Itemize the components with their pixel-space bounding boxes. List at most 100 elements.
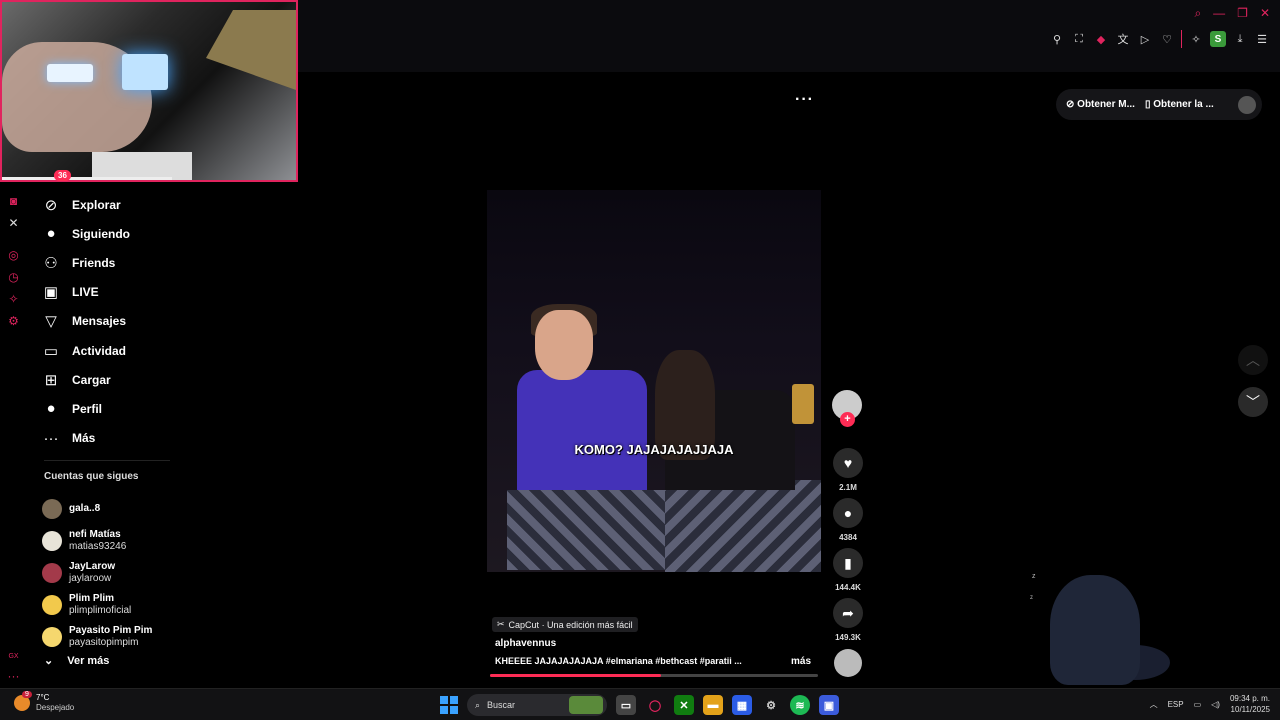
wolf-body: [1050, 575, 1140, 685]
get-app-button[interactable]: ⊘ Obtener M...: [1066, 99, 1135, 110]
following-account[interactable]: JayLarow jaylaroow: [42, 557, 242, 589]
sidebar-more-icon[interactable]: ···: [7, 670, 20, 683]
nav-label: Explorar: [72, 197, 121, 212]
nav-item[interactable]: ● Siguiendo: [40, 219, 240, 248]
snapshot-icon[interactable]: ⛶: [1071, 31, 1087, 47]
nav-item[interactable]: ▽45Mensajes: [40, 170, 240, 336]
get-app-pill: ⊘ Obtener M... ▯ Obtener la ...: [1056, 89, 1262, 120]
taskbar: 9 7°C Despejado ⌕ Buscar ▭ ◯ ✕ ▬ ▦ ⚙ ≋ ▣…: [0, 688, 1280, 720]
app-icon[interactable]: ▣: [819, 695, 839, 715]
see-more-button[interactable]: ⌄ Ver más: [44, 654, 110, 668]
following-account[interactable]: Payasito Pim Pim payasitopimpim: [42, 621, 242, 653]
nav-item[interactable]: ⊘ Explorar: [40, 190, 240, 219]
nav-divider: [44, 460, 170, 461]
pip-scene-wall: [206, 10, 296, 90]
account-username: gala..8: [69, 503, 101, 514]
search-icon[interactable]: ⌕: [1194, 6, 1201, 21]
video-shape: [517, 370, 647, 490]
music-avatar[interactable]: [834, 649, 862, 677]
video-progress-bar[interactable]: [490, 674, 818, 677]
store-icon[interactable]: ▦: [732, 695, 752, 715]
save-count: 144.4K: [835, 583, 861, 592]
following-account[interactable]: gala..8: [42, 493, 242, 525]
language-indicator[interactable]: ESP: [1168, 700, 1184, 709]
video-player[interactable]: KOMO? JAJAJAJAJJAJA: [487, 190, 821, 572]
save-button[interactable]: ▮: [833, 548, 863, 578]
close-icon[interactable]: ✕: [1260, 6, 1270, 21]
capcut-tag[interactable]: ✂ CapCut · Una edición más fácil: [492, 617, 638, 632]
comment-button[interactable]: ●: [833, 498, 863, 528]
instagram-icon[interactable]: ◙: [7, 195, 20, 208]
upload-icon: ⊞: [44, 371, 58, 389]
download-icon[interactable]: ⤓: [1232, 31, 1248, 47]
history-icon[interactable]: ◷: [7, 271, 20, 284]
settings-icon[interactable]: ⚙: [7, 315, 20, 328]
following-list: gala..8 nefi Matías matias93246 JayLarow jay…: [42, 493, 242, 653]
pip-scene-light: [47, 64, 93, 82]
desktop-pet-wolf: z z: [1030, 565, 1170, 690]
nav-item[interactable]: ··· Más: [40, 424, 240, 453]
steam-icon[interactable]: ⚙: [761, 695, 781, 715]
minimize-icon[interactable]: —: [1213, 6, 1225, 21]
weather-icon: 9: [14, 691, 32, 711]
clock-date: 10/11/2025: [1230, 705, 1270, 714]
nav-label: LIVE: [72, 285, 99, 300]
previous-video-button[interactable]: ︿: [1238, 345, 1268, 375]
opera-gx-icon[interactable]: ◯: [645, 695, 665, 715]
next-video-button[interactable]: ﹀: [1238, 387, 1268, 417]
translate-icon[interactable]: 文: [1115, 31, 1131, 47]
gx-icon[interactable]: GX: [7, 650, 20, 663]
heart-icon[interactable]: ♡: [1159, 31, 1175, 47]
nav-item[interactable]: ▣ LIVE: [40, 278, 240, 307]
follow-button[interactable]: +: [840, 412, 855, 427]
player-icon[interactable]: ◎: [7, 249, 20, 262]
opera-sidebar: ◙ ✕ ◎ ◷ ✧ ⚙ GX ···: [0, 190, 26, 690]
following-account[interactable]: nefi Matías matias93246: [42, 525, 242, 557]
sleep-z-icon: z: [1032, 573, 1036, 580]
play-icon[interactable]: ▷: [1137, 31, 1153, 47]
nav-item[interactable]: ● Perfil: [40, 394, 240, 423]
like-button[interactable]: ♥: [833, 448, 863, 478]
video-author[interactable]: alphavennus: [495, 638, 556, 649]
spotify-icon[interactable]: ≋: [790, 695, 810, 715]
pin-icon[interactable]: ⚲: [1049, 31, 1065, 47]
chevron-down-icon: ⌄: [44, 655, 54, 667]
nav-item[interactable]: ⊞ Cargar: [40, 365, 240, 394]
nav-item[interactable]: ⚇ Friends: [40, 248, 240, 277]
extensions-sidebar-icon[interactable]: ✧: [7, 293, 20, 306]
account-name: Payasito Pim Pim: [69, 625, 153, 636]
network-icon[interactable]: ▭: [1194, 700, 1202, 709]
more-options-icon[interactable]: ···: [795, 91, 814, 109]
x-icon[interactable]: ✕: [7, 217, 20, 230]
weather-widget[interactable]: 9 7°C Despejado: [14, 691, 74, 713]
friends-icon: ⚇: [44, 254, 58, 272]
file-explorer-icon[interactable]: ▬: [703, 695, 723, 715]
get-mobile-app-button[interactable]: ▯ Obtener la ...: [1145, 99, 1214, 110]
creator-avatar[interactable]: +: [832, 390, 862, 427]
chevron-down-icon: ﹀: [1246, 394, 1260, 410]
video-person-right: [655, 350, 821, 572]
share-button[interactable]: ➦: [833, 598, 863, 628]
tray-expand-icon[interactable]: ︿: [1150, 699, 1158, 710]
profile-s-icon[interactable]: S: [1210, 31, 1226, 47]
taskbar-search[interactable]: ⌕ Buscar: [467, 694, 607, 716]
nav-item[interactable]: ▭ 36 Actividad: [40, 170, 240, 365]
windows-start-icon[interactable]: [440, 696, 458, 714]
picture-in-picture-video[interactable]: [0, 0, 298, 182]
capcut-label: CapCut · Una edición más fácil: [508, 619, 633, 630]
user-avatar[interactable]: [1238, 95, 1256, 114]
task-view-icon[interactable]: ▭: [616, 695, 636, 715]
video-description: KHEEEE JAJAJAJAJAJA #elmariana #bethcast…: [495, 656, 742, 666]
following-account[interactable]: Plim Plim plimplimoficial: [42, 589, 242, 621]
extensions-icon[interactable]: ✧: [1188, 31, 1204, 47]
video-progress-fill: [490, 674, 661, 677]
description-more-button[interactable]: más: [791, 656, 811, 667]
restore-icon[interactable]: ❐: [1237, 6, 1248, 21]
see-more-label: Ver más: [67, 654, 110, 667]
xbox-icon[interactable]: ✕: [674, 695, 694, 715]
pocket-icon[interactable]: ◆: [1093, 31, 1109, 47]
volume-icon[interactable]: ◁): [1211, 700, 1220, 709]
menu-icon[interactable]: ☰: [1254, 31, 1270, 47]
pip-progress-bar[interactable]: [2, 177, 172, 180]
clock[interactable]: 09:34 p. m. 10/11/2025: [1230, 693, 1270, 715]
